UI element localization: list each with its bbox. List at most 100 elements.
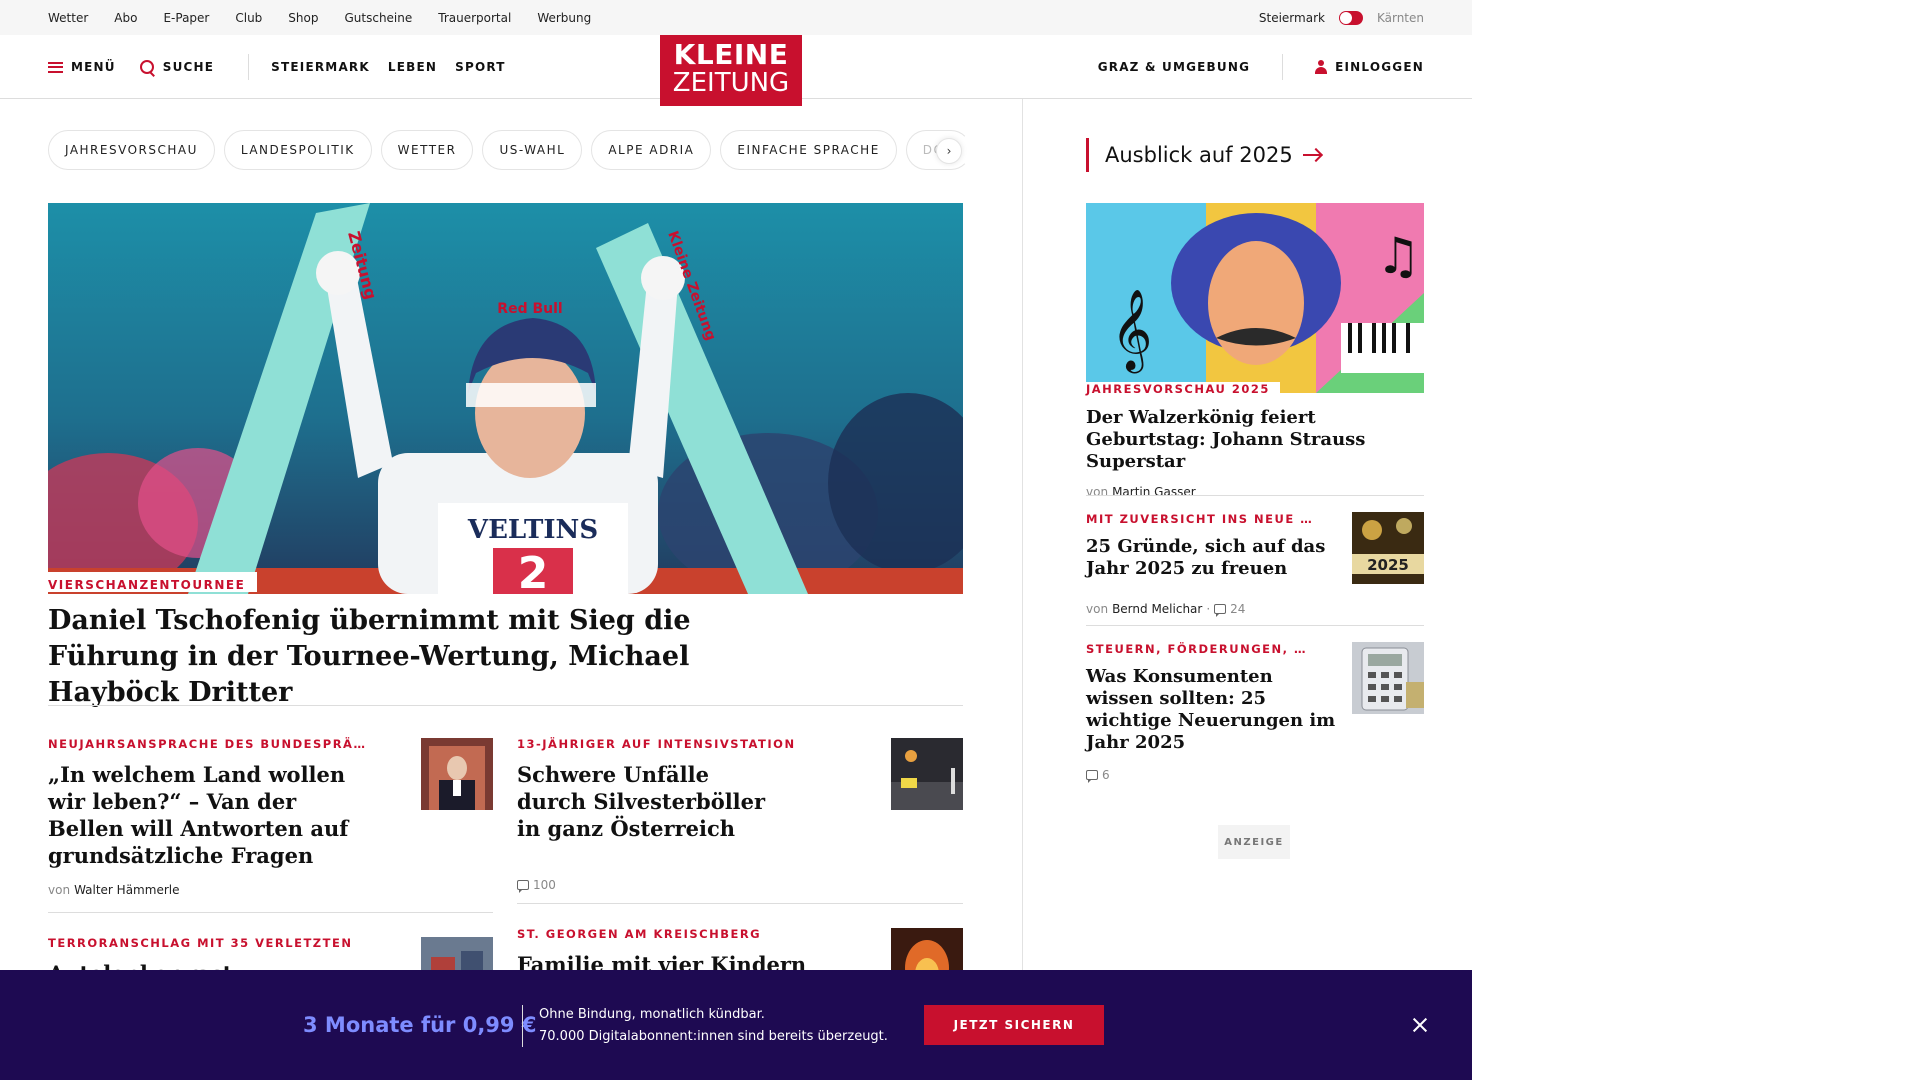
article-title[interactable]: Schwere Unfälle durch Silvesterböller in… xyxy=(517,761,777,842)
article-meta: 100 xyxy=(517,878,777,893)
link-club[interactable]: Club xyxy=(235,11,262,25)
sidebar-heading[interactable]: Ausblick auf 2025 xyxy=(1086,138,1321,172)
menu-button[interactable]: MENÜ xyxy=(48,60,116,74)
comment-count[interactable]: 6 xyxy=(1102,768,1110,782)
chip-landespolitik[interactable]: LANDESPOLITIK xyxy=(223,130,372,170)
article-card[interactable]: NEUJAHRSANSPRACHE DES BUNDESPRÄ… „In wel… xyxy=(48,737,367,897)
hero-divider xyxy=(48,705,963,706)
sidebar-article-author[interactable]: Bernd Melichar xyxy=(1112,602,1202,616)
sidebar-article[interactable]: MIT ZUVERSICHT INS NEUE … 25 Gründe, sic… xyxy=(1086,512,1336,617)
nav-sport[interactable]: SPORT xyxy=(455,60,506,74)
logo-line2: ZEITUNG xyxy=(672,68,790,98)
link-wetter[interactable]: Wetter xyxy=(48,11,88,25)
bib-sponsor-text: VELTINS xyxy=(467,515,598,545)
comment-icon xyxy=(517,880,529,893)
sidebar-article-title[interactable]: Der Walzerkönig feiert Geburtstag: Johan… xyxy=(1086,407,1424,473)
ad-label: ANZEIGE xyxy=(1218,825,1290,859)
search-button[interactable]: SUCHE xyxy=(139,59,215,75)
article-tag: NEUJAHRSANSPRACHE DES BUNDESPRÄ… xyxy=(48,737,367,751)
article-thumbnail[interactable] xyxy=(421,738,493,810)
comment-count[interactable]: 24 xyxy=(1230,602,1245,616)
article-thumbnail[interactable] xyxy=(891,738,963,810)
user-icon xyxy=(1315,60,1328,74)
bib-number-text: 2 xyxy=(518,548,549,594)
comment-count[interactable]: 100 xyxy=(533,878,556,892)
region-kaernten[interactable]: Kärnten xyxy=(1377,11,1424,25)
sidebar-divider xyxy=(1086,625,1424,626)
comment-icon xyxy=(1214,604,1227,617)
hero-tag[interactable]: VIERSCHANZENTOURNEE xyxy=(48,572,258,592)
site-logo[interactable]: KLEINE ZEITUNG xyxy=(660,35,802,106)
sidebar-article-meta: von Martin Gasser xyxy=(1086,485,1424,499)
svg-text:𝄞: 𝄞 xyxy=(1111,288,1152,373)
search-label: SUCHE xyxy=(162,60,215,74)
sidebar-heading-text: Ausblick auf 2025 xyxy=(1105,143,1293,167)
helmet-logo-text: Red Bull xyxy=(497,301,562,317)
chip-wetter[interactable]: WETTER xyxy=(380,130,474,170)
header-divider xyxy=(248,54,250,80)
link-shop[interactable]: Shop xyxy=(288,11,318,25)
banner-line1: Ohne Bindung, monatlich kündbar. xyxy=(539,1007,765,1022)
page-gutter xyxy=(1472,0,1920,1080)
sidebar-article[interactable]: JAHRESVORSCHAU 2025 Der Walzerkönig feie… xyxy=(1086,378,1424,499)
column-divider xyxy=(1022,99,1023,1080)
main-nav: STEIERMARK LEBEN SPORT xyxy=(271,60,505,74)
close-icon[interactable] xyxy=(1410,1015,1430,1035)
article-meta: von Walter Hämmerle xyxy=(48,883,358,897)
login-button[interactable]: EINLOGGEN xyxy=(1315,60,1424,74)
article-author[interactable]: Walter Hämmerle xyxy=(74,883,179,897)
header-divider-right xyxy=(1282,54,1284,80)
article-title[interactable]: „In welchem Land wollen wir leben?“ – Va… xyxy=(48,761,358,869)
link-gutscheine[interactable]: Gutscheine xyxy=(344,11,412,25)
hamburger-icon xyxy=(48,61,63,73)
header-right: GRAZ & UMGEBUNG EINLOGGEN xyxy=(1098,35,1424,99)
sidebar-article[interactable]: STEUERN, FÖRDERUNGEN, … Was Konsumenten … xyxy=(1086,642,1346,783)
article-divider xyxy=(48,912,493,913)
link-trauerportal[interactable]: Trauerportal xyxy=(438,11,511,25)
header-left: MENÜ SUCHE STEIERMARK LEBEN SPORT xyxy=(48,35,506,99)
link-epaper[interactable]: E-Paper xyxy=(163,11,209,25)
chip-alpe-adria[interactable]: ALPE ADRIA xyxy=(591,130,712,170)
chip-us-wahl[interactable]: US-WAHL xyxy=(482,130,583,170)
byline-prefix: von xyxy=(48,883,71,897)
sidebar-feature-image[interactable]: 𝄞 ♫ xyxy=(1086,203,1424,393)
nav-steiermark[interactable]: STEIERMARK xyxy=(271,60,370,74)
thumb-year-text: 2025 xyxy=(1367,556,1409,574)
region-toggle[interactable] xyxy=(1338,10,1363,25)
sidebar-article-thumbnail[interactable]: 2025 xyxy=(1352,512,1424,584)
hero-image[interactable]: Red Bull VELTINS 2 Zeitung Kleine Zeitun… xyxy=(48,203,963,594)
article-tag: ST. GEORGEN AM KREISCHBERG xyxy=(517,927,762,941)
utility-links: Wetter Abo E-Paper Club Shop Gutscheine … xyxy=(48,0,591,35)
chip-einfache-sprache[interactable]: EINFACHE SPRACHE xyxy=(720,130,897,170)
chevron-right-icon[interactable]: › xyxy=(936,138,962,164)
nav-leben[interactable]: LEBEN xyxy=(388,60,437,74)
subscribe-button[interactable]: JETZT SICHERN xyxy=(924,1005,1104,1045)
link-werbung[interactable]: Werbung xyxy=(537,11,591,25)
sidebar-divider xyxy=(1086,495,1424,496)
article-card[interactable]: 13-JÄHRIGER AUF INTENSIVSTATION Schwere … xyxy=(517,737,796,893)
sidebar-article-thumbnail[interactable] xyxy=(1352,642,1424,714)
sidebar-article-title[interactable]: Was Konsumenten wissen sollten: 25 wicht… xyxy=(1086,666,1346,754)
subscription-banner: 3 Monate für 0,99 € Ohne Bindung, monatl… xyxy=(0,970,1472,1080)
link-abo[interactable]: Abo xyxy=(114,11,137,25)
sidebar-article-tag: STEUERN, FÖRDERUNGEN, … xyxy=(1086,642,1308,656)
site-header: MENÜ SUCHE STEIERMARK LEBEN SPORT KLEINE… xyxy=(0,35,1472,106)
banner-divider xyxy=(522,1005,523,1047)
hero-headline[interactable]: Daniel Tschofenig übernimmt mit Sieg die… xyxy=(48,603,808,711)
article-tag: TERRORANSCHLAG MIT 35 VERLETZTEN xyxy=(48,936,353,950)
banner-line2: 70.000 Digitalabonnent:innen sind bereit… xyxy=(539,1029,888,1044)
banner-text: Ohne Bindung, monatlich kündbar. 70.000 … xyxy=(539,1004,888,1048)
article-tag: 13-JÄHRIGER AUF INTENSIVSTATION xyxy=(517,737,796,751)
utility-bar: Wetter Abo E-Paper Club Shop Gutscheine … xyxy=(0,0,1472,35)
svg-text:♫: ♫ xyxy=(1376,227,1421,285)
region-switch: Steiermark Kärnten xyxy=(1259,0,1424,35)
article-divider xyxy=(517,903,963,904)
chip-jahresvorschau[interactable]: JAHRESVORSCHAU xyxy=(48,130,215,170)
comment-icon xyxy=(1086,770,1098,783)
region-link[interactable]: GRAZ & UMGEBUNG xyxy=(1098,60,1250,74)
region-steiermark[interactable]: Steiermark xyxy=(1259,11,1325,25)
byline-prefix: von xyxy=(1086,485,1109,499)
sidebar-article-title[interactable]: 25 Gründe, sich auf das Jahr 2025 zu fre… xyxy=(1086,536,1336,580)
sidebar-article-author[interactable]: Martin Gasser xyxy=(1112,485,1196,499)
sidebar-article-meta: von Bernd Melichar · 24 xyxy=(1086,602,1336,617)
